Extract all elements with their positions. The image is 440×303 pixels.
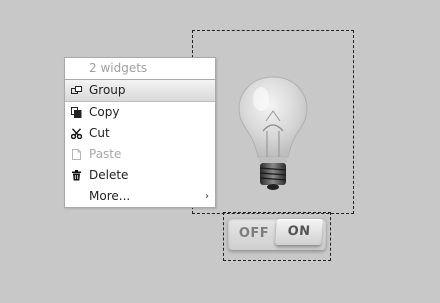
toggle-off-label: OFF: [238, 226, 270, 241]
menu-item-label: Group: [89, 83, 126, 97]
submenu-arrow-icon: ›: [205, 191, 209, 202]
group-icon: [71, 86, 82, 94]
menu-item-more[interactable]: More... ›: [65, 186, 215, 207]
canvas[interactable]: OFF ON 2 widgets Group Copy Cut Paste De…: [0, 0, 440, 303]
light-bulb-icon: [238, 76, 308, 190]
menu-item-cut[interactable]: Cut: [65, 123, 215, 144]
context-menu-header: 2 widgets: [65, 58, 215, 80]
menu-item-label: Copy: [89, 105, 120, 119]
menu-item-group[interactable]: Group: [65, 80, 215, 102]
paste-icon: [72, 149, 81, 160]
menu-item-label: Delete: [89, 168, 129, 182]
copy-icon: [71, 107, 82, 118]
menu-item-label: Paste: [89, 147, 122, 161]
menu-item-copy[interactable]: Copy: [65, 102, 215, 123]
menu-item-label: Cut: [89, 126, 110, 140]
scissors-icon: [71, 128, 82, 139]
menu-item-delete[interactable]: Delete: [65, 165, 215, 186]
on-off-toggle[interactable]: OFF ON: [228, 218, 326, 250]
context-menu: 2 widgets Group Copy Cut Paste Delete Mo…: [64, 57, 216, 208]
trash-icon: [72, 170, 81, 181]
menu-item-paste: Paste: [65, 144, 215, 165]
menu-item-label: More...: [89, 189, 131, 203]
toggle-widget[interactable]: OFF ON: [223, 212, 331, 261]
bulb-widget[interactable]: [192, 30, 354, 214]
toggle-on-knob[interactable]: ON: [275, 219, 323, 245]
